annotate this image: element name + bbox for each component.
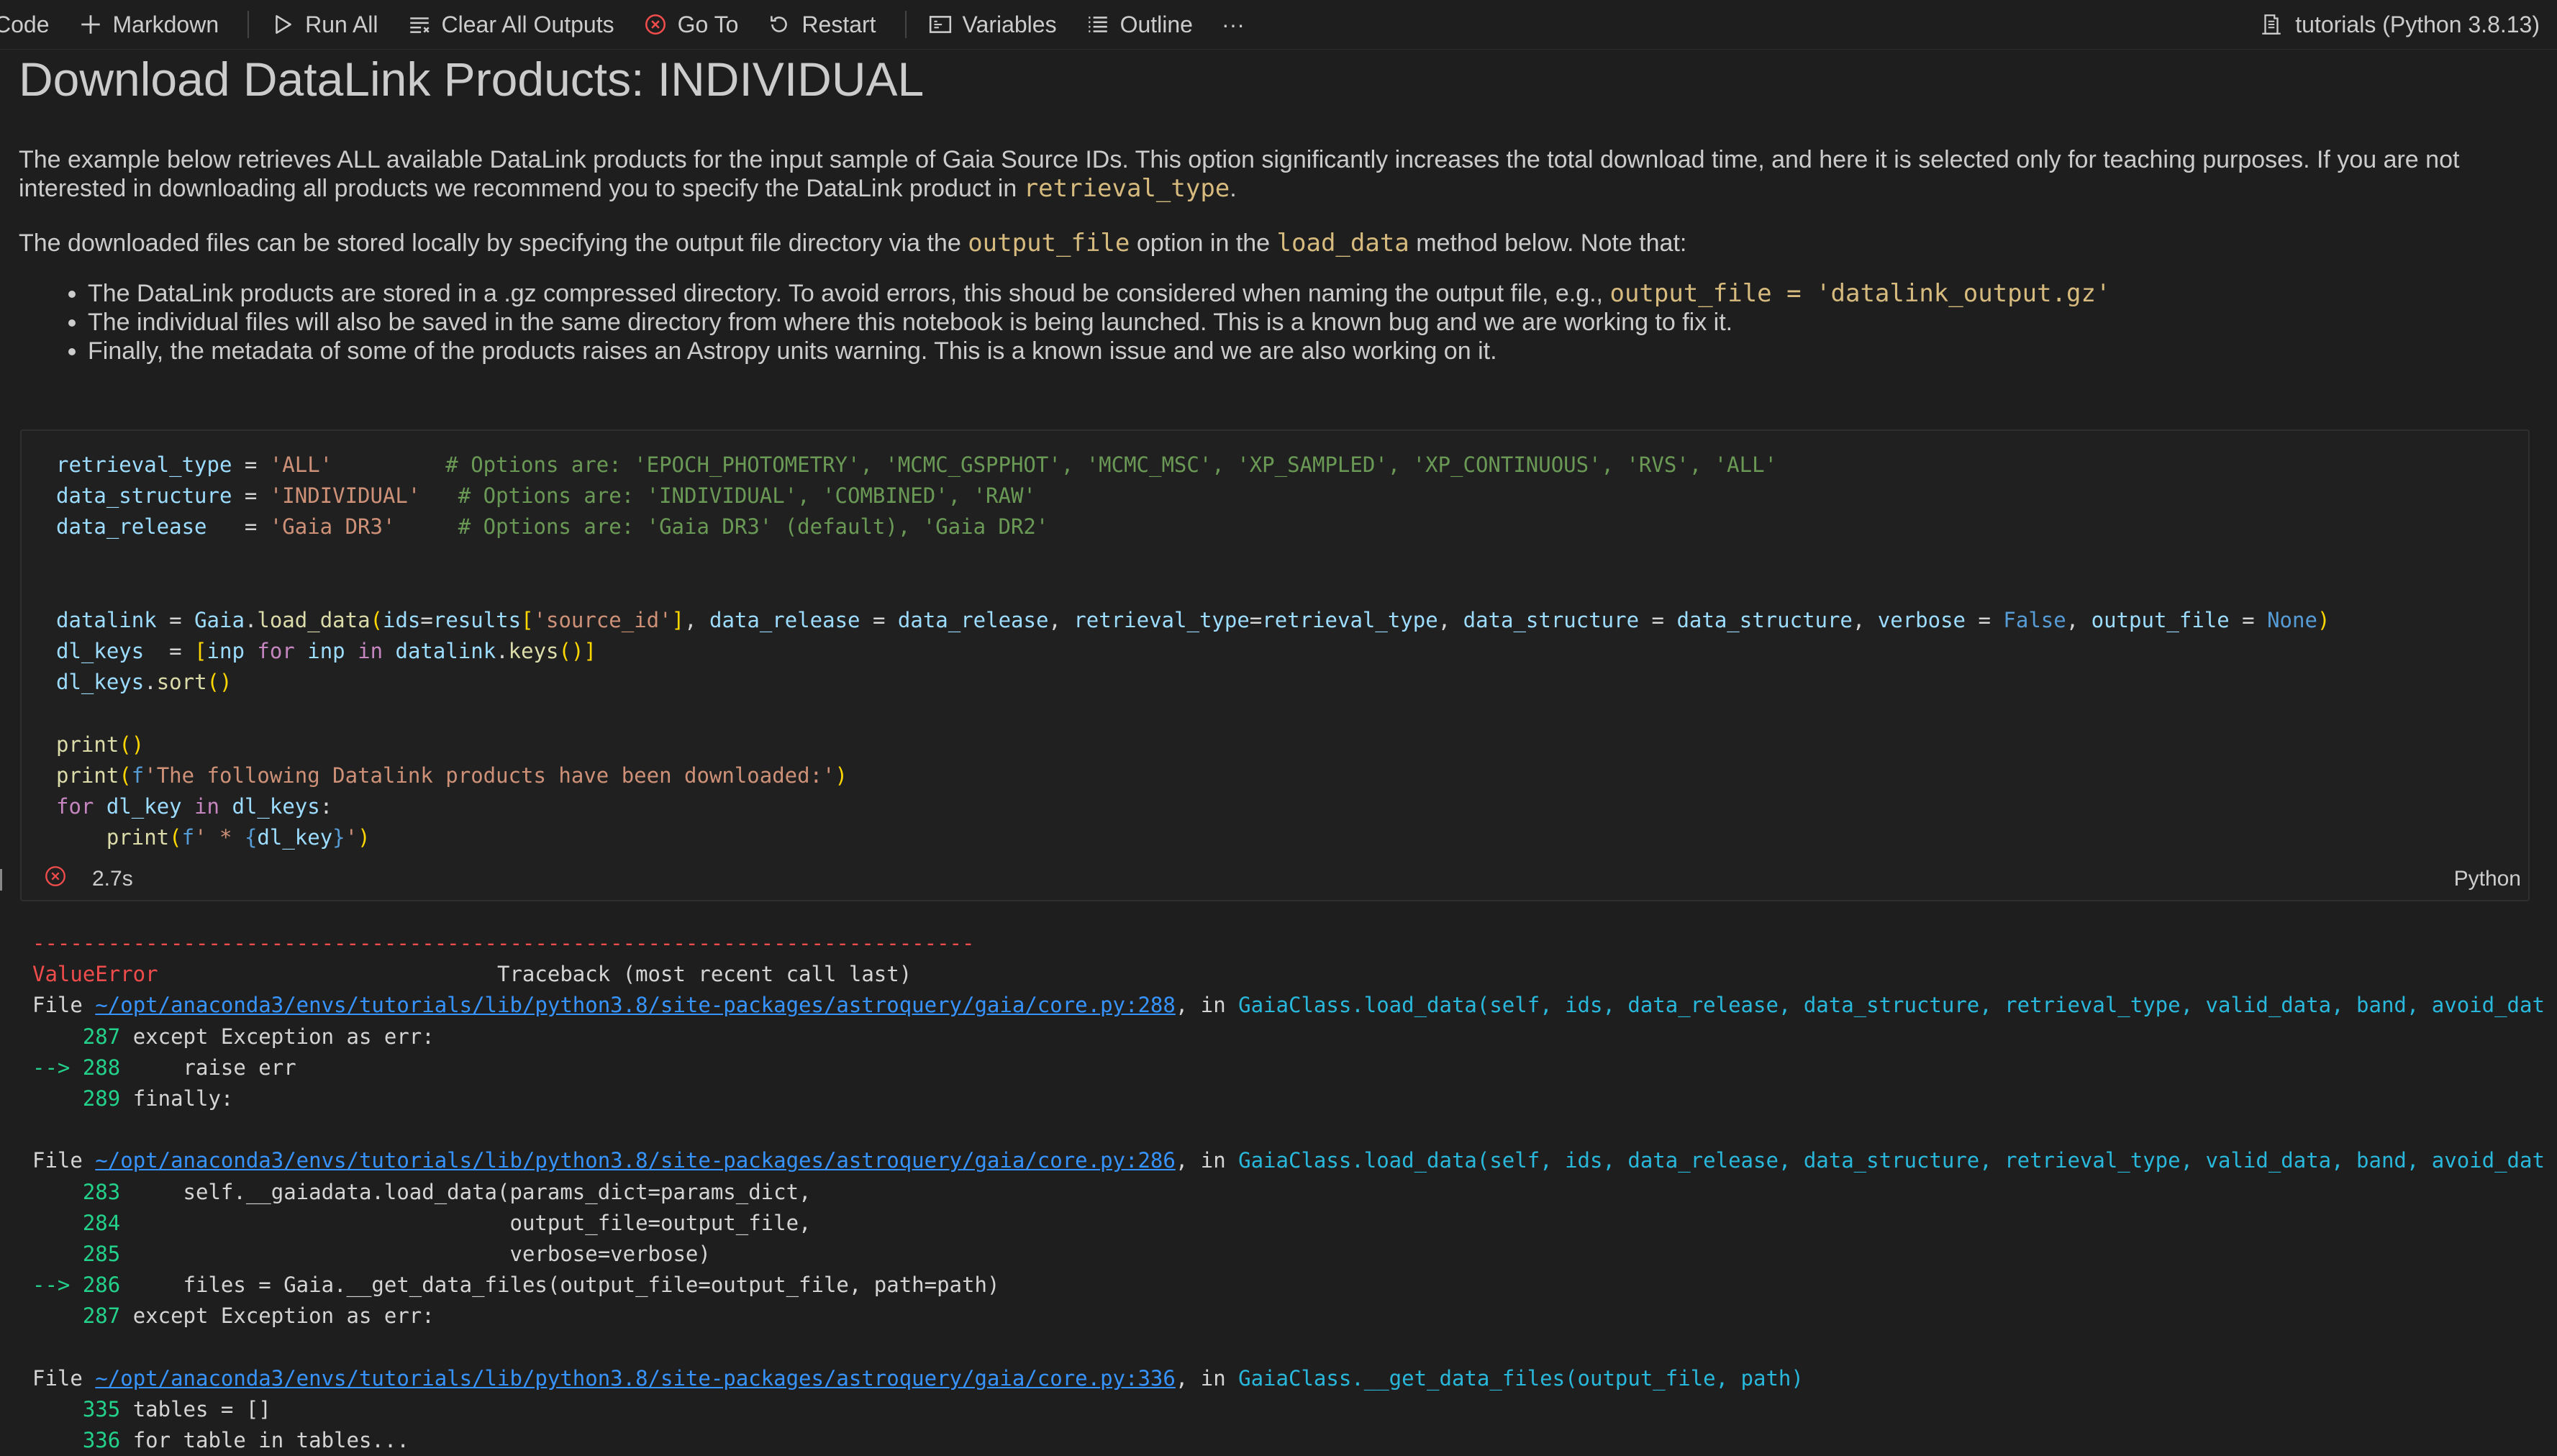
kernel-label: tutorials (Python 3.8.13): [2295, 11, 2540, 37]
clear-all-outputs-label: Clear All Outputs: [441, 11, 614, 37]
traceback-source-line: 287 except Exception as err:: [82, 1024, 435, 1049]
code-line: ​: [56, 543, 2330, 574]
traceback-frame-header: File ~/opt/anaconda3/envs/tutorials/lib/…: [32, 1148, 2545, 1173]
clear-all-icon: [407, 12, 432, 37]
kernel-icon: [2259, 12, 2284, 37]
list-item: The DataLink products are stored in a .g…: [88, 279, 2544, 308]
code-line: dl_keys.sort(): [56, 670, 232, 695]
toolbar-divider: [247, 11, 250, 38]
traceback-frame-header: File ~/opt/anaconda3/envs/tutorials/lib/…: [32, 993, 2545, 1018]
code-button[interactable]: Code: [0, 12, 50, 38]
markdown-button-label: Markdown: [112, 11, 219, 37]
inline-code: load_data: [1276, 229, 1409, 258]
variables-button[interactable]: Variables: [928, 12, 1057, 38]
go-to-button[interactable]: Go To: [643, 11, 739, 38]
traceback-source-line: 285 verbose=verbose): [82, 1242, 711, 1267]
paragraph-1: The example below retrieves ALL availabl…: [19, 146, 2460, 203]
code-line: for dl_key in dl_keys:: [56, 794, 333, 819]
inline-code: output_file = 'datalink_output.gz': [1609, 279, 2111, 308]
code-line: retrieval_type = 'ALL' # Options are: 'E…: [56, 452, 1777, 477]
code-line: print(f'The following Datalink products …: [56, 763, 848, 788]
code-line: data_structure = 'INDIVIDUAL' # Options …: [56, 483, 1036, 509]
traceback-source-line: --> 286 files = Gaia.__get_data_files(ou…: [32, 1273, 1000, 1298]
code-editor[interactable]: retrieval_type = 'ALL' # Options are: 'E…: [56, 450, 2330, 854]
restart-label: Restart: [801, 11, 876, 37]
cell-language-selector[interactable]: Python: [2454, 865, 2521, 893]
add-markdown-button[interactable]: Markdown: [78, 12, 219, 38]
variables-label: Variables: [962, 11, 1057, 37]
traceback-source-line: 289 finally:: [82, 1086, 234, 1111]
plus-icon: [78, 12, 103, 37]
code-line: ​: [56, 574, 2330, 605]
traceback-source-line: 283 self.__gaiadata.load_data(params_dic…: [82, 1179, 812, 1204]
error-circle-icon: [643, 12, 668, 37]
toolbar-divider: [904, 11, 907, 38]
run-all-label: Run All: [305, 11, 378, 37]
traceback-source-line: 336 for table in tables...: [82, 1428, 409, 1453]
file-link[interactable]: ~/opt/anaconda3/envs/tutorials/lib/pytho…: [95, 1148, 1176, 1173]
cell-heading: Download DataLink Products: INDIVIDUAL: [19, 53, 925, 106]
list-item: Finally, the metadata of some of the pro…: [88, 337, 2544, 365]
cell-status-bar: 2.7s: [43, 865, 133, 893]
file-link[interactable]: ~/opt/anaconda3/envs/tutorials/lib/pytho…: [95, 993, 1176, 1017]
outline-button[interactable]: Outline: [1086, 12, 1193, 38]
outline-list-icon: [1086, 12, 1110, 37]
outline-label: Outline: [1119, 11, 1193, 37]
inline-code: retrieval_type: [1023, 174, 1230, 203]
code-button-label: Code: [0, 11, 50, 37]
notes-list: The DataLink products are stored in a .g…: [19, 279, 2544, 365]
traceback-separator: ----------------------------------------…: [32, 931, 975, 955]
traceback-frame-header: File ~/opt/anaconda3/envs/tutorials/lib/…: [32, 1365, 1804, 1391]
traceback-source-line: 335 tables = []: [82, 1397, 271, 1422]
cell-output: ----------------------------------------…: [32, 928, 2545, 1456]
language-label: Python: [2453, 867, 2521, 891]
code-line: print(f' * {dl_key}'): [106, 825, 371, 850]
inline-code: output_file: [968, 229, 1130, 258]
go-to-label: Go To: [677, 11, 739, 37]
notebook-toolbar: Code Markdown Run All Clear All Outputs …: [0, 0, 2557, 50]
file-link[interactable]: ~/opt/anaconda3/envs/tutorials/lib/pytho…: [95, 1366, 1176, 1391]
code-line: ​: [56, 699, 2330, 729]
traceback-header: ValueError Traceback (most recent call l…: [32, 962, 912, 987]
restart-icon: [767, 12, 791, 37]
kernel-picker[interactable]: tutorials (Python 3.8.13): [2259, 0, 2540, 49]
restart-button[interactable]: Restart: [767, 12, 876, 38]
execution-error-icon: [43, 864, 68, 894]
run-all-button[interactable]: Run All: [271, 12, 378, 38]
paragraph-2: The downloaded files can be stored local…: [19, 229, 1687, 258]
code-line: print(): [56, 732, 145, 757]
code-line: data_release = 'Gaia DR3' # Options are:…: [56, 514, 1049, 540]
execution-time: 2.7s: [92, 867, 133, 891]
more-actions-button[interactable]: ···: [1222, 12, 1245, 38]
cell-execution-marker: [0, 869, 2, 891]
traceback-source-line: 284 output_file=output_file,: [82, 1210, 812, 1235]
blank-line: ​: [32, 1114, 2545, 1145]
clear-all-outputs-button[interactable]: Clear All Outputs: [407, 12, 614, 38]
traceback-source-line: --> 288 raise err: [32, 1055, 296, 1080]
code-line: datalink = Gaia.load_data(ids=results['s…: [56, 608, 2330, 633]
code-line: dl_keys = [inp for inp in datalink.keys(…: [56, 639, 596, 664]
blank-line: ​: [32, 1332, 2545, 1363]
traceback-source-line: 287 except Exception as err:: [82, 1303, 435, 1329]
more-icon: ···: [1221, 11, 1245, 37]
list-item: The individual files will also be saved …: [88, 308, 2544, 337]
variables-icon: [928, 12, 953, 37]
markdown-cell[interactable]: Download DataLink Products: INDIVIDUAL T…: [19, 50, 2544, 365]
play-icon: [271, 12, 295, 37]
